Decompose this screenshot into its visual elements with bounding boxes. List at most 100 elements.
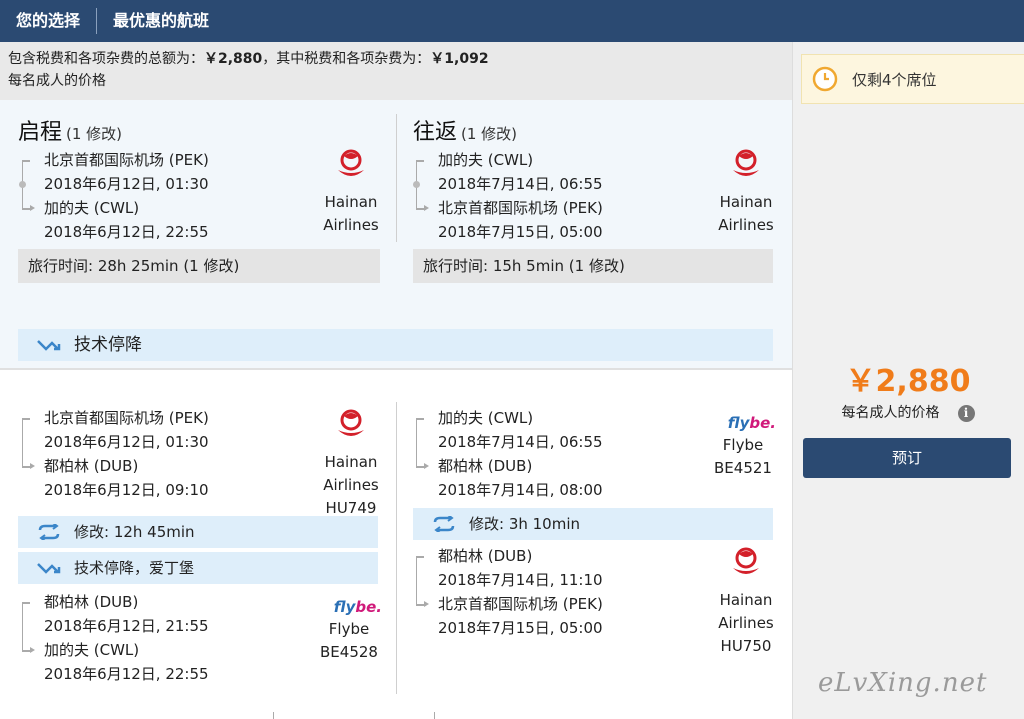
tab-your-selection[interactable]: 您的选择 (0, 0, 96, 42)
seg-depart: 2018年6月12日, 01:30 (44, 433, 209, 451)
seg-from: 都柏林 (DUB) (438, 547, 533, 565)
detail-out-seg1: 北京首都国际机场 (PEK) 2018年6月12日, 01:30 都柏林 (DU… (18, 406, 318, 502)
bottom-edge-mark (434, 712, 435, 719)
seg-from: 都柏林 (DUB) (44, 593, 139, 611)
flybe-logo-icon: flybe. (727, 414, 776, 432)
flight-number: BE4528 (320, 643, 378, 661)
info-icon[interactable]: i (957, 404, 975, 422)
tech-stop-text: 技术停降，爱丁堡 (74, 559, 195, 577)
flight-number: HU750 (720, 637, 772, 655)
inbound-changes: (1 修改) (461, 125, 518, 143)
seg-to: 北京首都国际机场 (PEK) (438, 595, 603, 613)
tech-stop-icon (37, 563, 61, 574)
summary-mid: ，其中税费和各项杂费为： (262, 51, 431, 67)
outbound-to: 加的夫 (CWL) (44, 199, 140, 217)
bottom-edge-mark (273, 712, 274, 719)
hainan-airlines-logo-icon (338, 409, 364, 436)
hainan-airlines-logo-icon (338, 149, 364, 176)
flight-panel: 启程 (1 修改) 北京首都国际机场 (PEK) 2018年6月12日, 01:3… (0, 100, 792, 719)
change-duration: 修改: 12h 45min (74, 523, 195, 541)
outbound-arrive: 2018年6月12日, 22:55 (44, 223, 209, 241)
booking-sidebar: 仅剩4个席位 ￥2,880 每名成人的价格 i 预订 (792, 42, 1024, 719)
tech-stop-label: 技术停降 (74, 335, 142, 355)
airline-name-1: Hainan (324, 453, 378, 471)
summary-prefix: 包含税费和各项杂费的总额为： (8, 51, 204, 67)
airline-name-2: Airlines (323, 476, 379, 494)
airline-name-2: Airlines (718, 216, 774, 234)
outbound-travel-time: 旅行时间: 28h 25min (1 修改) (18, 249, 380, 283)
summary-line-1: 包含税费和各项杂费的总额为：￥2,880，其中税费和各项杂费为：￥1,092 (8, 48, 784, 70)
tech-stop-icon (37, 340, 61, 351)
seg-to: 都柏林 (DUB) (438, 457, 533, 475)
airline-name-1: Hainan (719, 193, 773, 211)
column-divider (396, 114, 397, 242)
seg-depart: 2018年7月14日, 06:55 (438, 433, 603, 451)
price-note: 每名成人的价格 i (801, 402, 1015, 424)
outbound-from: 北京首都国际机场 (PEK) (44, 151, 209, 169)
detail-in-seg2-airline: Hainan Airlines HU750 (711, 546, 781, 658)
detail-in-seg2: 都柏林 (DUB) 2018年7月14日, 11:10 北京首都国际机场 (PE… (412, 544, 712, 640)
inbound-travel-time: 旅行时间: 15h 5min (1 修改) (413, 249, 773, 283)
detail-out-seg2: 都柏林 (DUB) 2018年6月12日, 21:55 加的夫 (CWL) 20… (18, 590, 318, 686)
price-note-text: 每名成人的价格 (841, 405, 940, 421)
seg-to: 都柏林 (DUB) (44, 457, 139, 475)
detail-out-tech-stop[interactable]: 技术停降，爱丁堡 (18, 552, 378, 584)
tech-stop-banner[interactable]: 技术停降 (18, 329, 773, 361)
flight-number: BE4521 (714, 459, 772, 477)
detail-out-seg1-airline: Hainan Airlines HU749 (316, 408, 386, 520)
hainan-airlines-logo-icon (733, 547, 759, 574)
seg-arrive: 2018年7月15日, 05:00 (438, 619, 603, 637)
change-plane-icon (433, 516, 455, 532)
seats-left-notice: 仅剩4个席位 (801, 54, 1024, 104)
change-duration: 修改: 3h 10min (469, 515, 581, 533)
seg-arrive: 2018年6月12日, 09:10 (44, 481, 209, 499)
clock-icon (812, 66, 838, 92)
detail-in-seg1-airline: flybe. Flybe BE4521 (706, 412, 780, 480)
seg-arrive: 2018年7月14日, 08:00 (438, 481, 603, 499)
tab-best-flight[interactable]: 最优惠的航班 (97, 0, 225, 42)
inbound-title: 往返 (1 修改) (413, 114, 517, 146)
detail-out-seg2-airline: flybe. Flybe BE4528 (312, 596, 386, 664)
overview-section: 启程 (1 修改) 北京首都国际机场 (PEK) 2018年6月12日, 01:3… (0, 100, 792, 368)
flybe-logo-icon: flybe. (333, 598, 382, 616)
detail-in-change[interactable]: 修改: 3h 10min (413, 508, 773, 540)
airline-name-1: Hainan (719, 591, 773, 609)
inbound-arrive: 2018年7月15日, 05:00 (438, 223, 603, 241)
top-header: 您的选择 最优惠的航班 (0, 0, 1024, 42)
price-summary: 包含税费和各项杂费的总额为：￥2,880，其中税费和各项杂费为：￥1,092 每… (0, 42, 792, 100)
summary-line-2: 每名成人的价格 (8, 73, 106, 89)
outbound-depart: 2018年6月12日, 01:30 (44, 175, 209, 193)
seg-from: 北京首都国际机场 (PEK) (44, 409, 209, 427)
inbound-airline: Hainan Airlines (711, 148, 781, 237)
seg-from: 加的夫 (CWL) (438, 409, 534, 427)
outbound-title: 启程 (1 修改) (18, 114, 122, 146)
watermark: eLvXing.net (818, 668, 988, 698)
detail-in-seg1: 加的夫 (CWL) 2018年7月14日, 06:55 都柏林 (DUB) 20… (412, 406, 712, 502)
hainan-airlines-logo-icon (733, 149, 759, 176)
inbound-to: 北京首都国际机场 (PEK) (438, 199, 603, 217)
column-divider (396, 402, 397, 694)
inbound-route: 加的夫 (CWL) 2018年7月14日, 06:55 北京首都国际机场 (PE… (412, 148, 712, 244)
book-button[interactable]: 预订 (803, 438, 1011, 478)
seg-depart: 2018年7月14日, 11:10 (438, 571, 603, 589)
airline-name: Flybe (328, 620, 370, 638)
airline-name-2: Airlines (323, 216, 379, 234)
summary-total: ￥2,880 (204, 51, 263, 67)
inbound-depart: 2018年7月14日, 06:55 (438, 175, 603, 193)
seg-depart: 2018年6月12日, 21:55 (44, 617, 209, 635)
seg-to: 加的夫 (CWL) (44, 641, 140, 659)
outbound-label: 启程 (18, 120, 63, 145)
airline-name-2: Airlines (718, 614, 774, 632)
inbound-label: 往返 (413, 120, 458, 145)
price-block: ￥2,880 每名成人的价格 i (801, 362, 1015, 424)
outbound-changes: (1 修改) (66, 125, 123, 143)
airline-name-1: Hainan (324, 193, 378, 211)
inbound-from: 加的夫 (CWL) (438, 151, 534, 169)
seg-arrive: 2018年6月12日, 22:55 (44, 665, 209, 683)
outbound-airline: Hainan Airlines (316, 148, 386, 237)
seats-left-text: 仅剩4个席位 (852, 70, 937, 89)
sidebar-price: ￥2,880 (845, 364, 971, 399)
airline-name: Flybe (722, 436, 764, 454)
detail-out-change[interactable]: 修改: 12h 45min (18, 516, 378, 548)
summary-taxes: ￥1,092 (430, 51, 489, 67)
